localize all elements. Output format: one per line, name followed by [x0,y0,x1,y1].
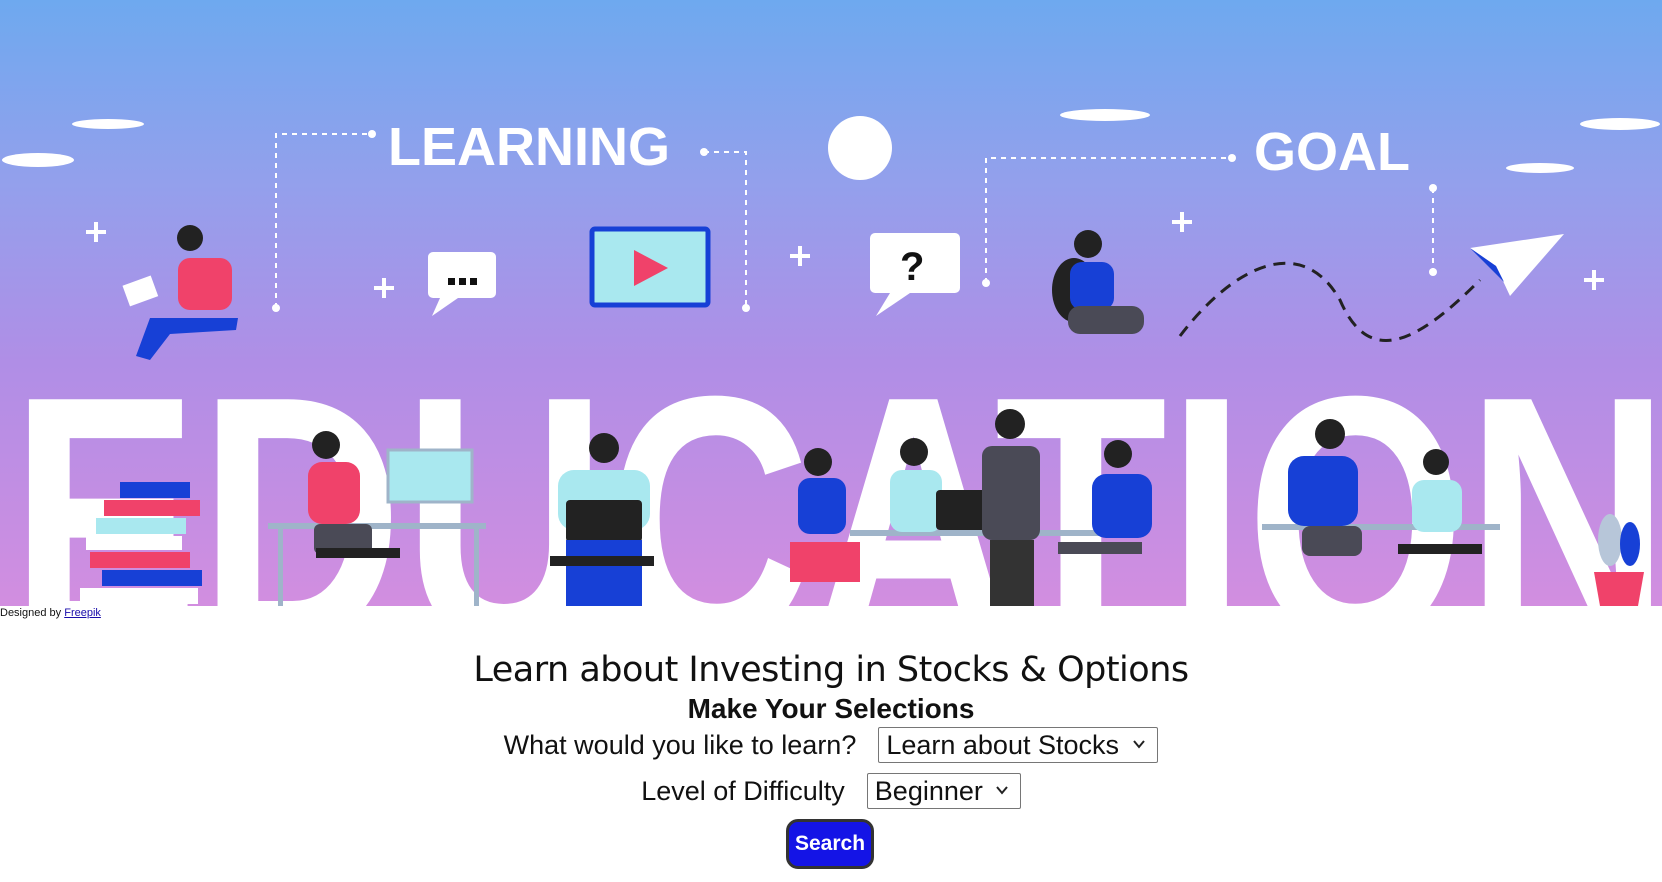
person-sitting-laptop [1052,230,1144,334]
freepik-link[interactable]: Freepik [64,607,101,619]
difficulty-value: Beginner [874,775,983,806]
hero-word-goal: GOAL [1254,122,1410,182]
page-title: Learn about Investing in Stocks & Option… [473,650,1189,690]
learn-topic-select[interactable]: Learn about Stocks [878,727,1159,763]
difficulty-row: Level of Difficulty Beginner [0,773,1662,809]
learn-topic-label: What would you like to learn? [503,729,857,760]
difficulty-label: Level of Difficulty [641,775,845,806]
video-play-icon [589,226,711,308]
image-credit: Designed by Freepik [0,607,101,619]
svg-text:?: ? [900,245,924,289]
question-bubble-icon: ? [870,233,960,316]
difficulty-select[interactable]: Beginner [866,773,1021,809]
education-illustration: LEARNING GOAL EDUCATION ? [2,109,1662,606]
chevron-down-icon [996,786,1008,795]
hero-word-learning: LEARNING [388,117,670,177]
credit-prefix: Designed by [0,607,65,619]
chat-bubble-icon [428,252,496,316]
hero-illustration: LEARNING GOAL EDUCATION ? [0,0,1662,606]
plus-decorations [86,212,1604,298]
page-subtitle: Make Your Selections [687,693,975,724]
paper-plane-icon [1470,234,1564,296]
chevron-down-icon [1133,740,1146,749]
search-button[interactable]: Search [786,819,874,869]
learn-topic-row: What would you like to learn? Learn abou… [0,727,1662,763]
learn-topic-value: Learn about Stocks [886,729,1119,760]
sun-icon [828,116,892,180]
